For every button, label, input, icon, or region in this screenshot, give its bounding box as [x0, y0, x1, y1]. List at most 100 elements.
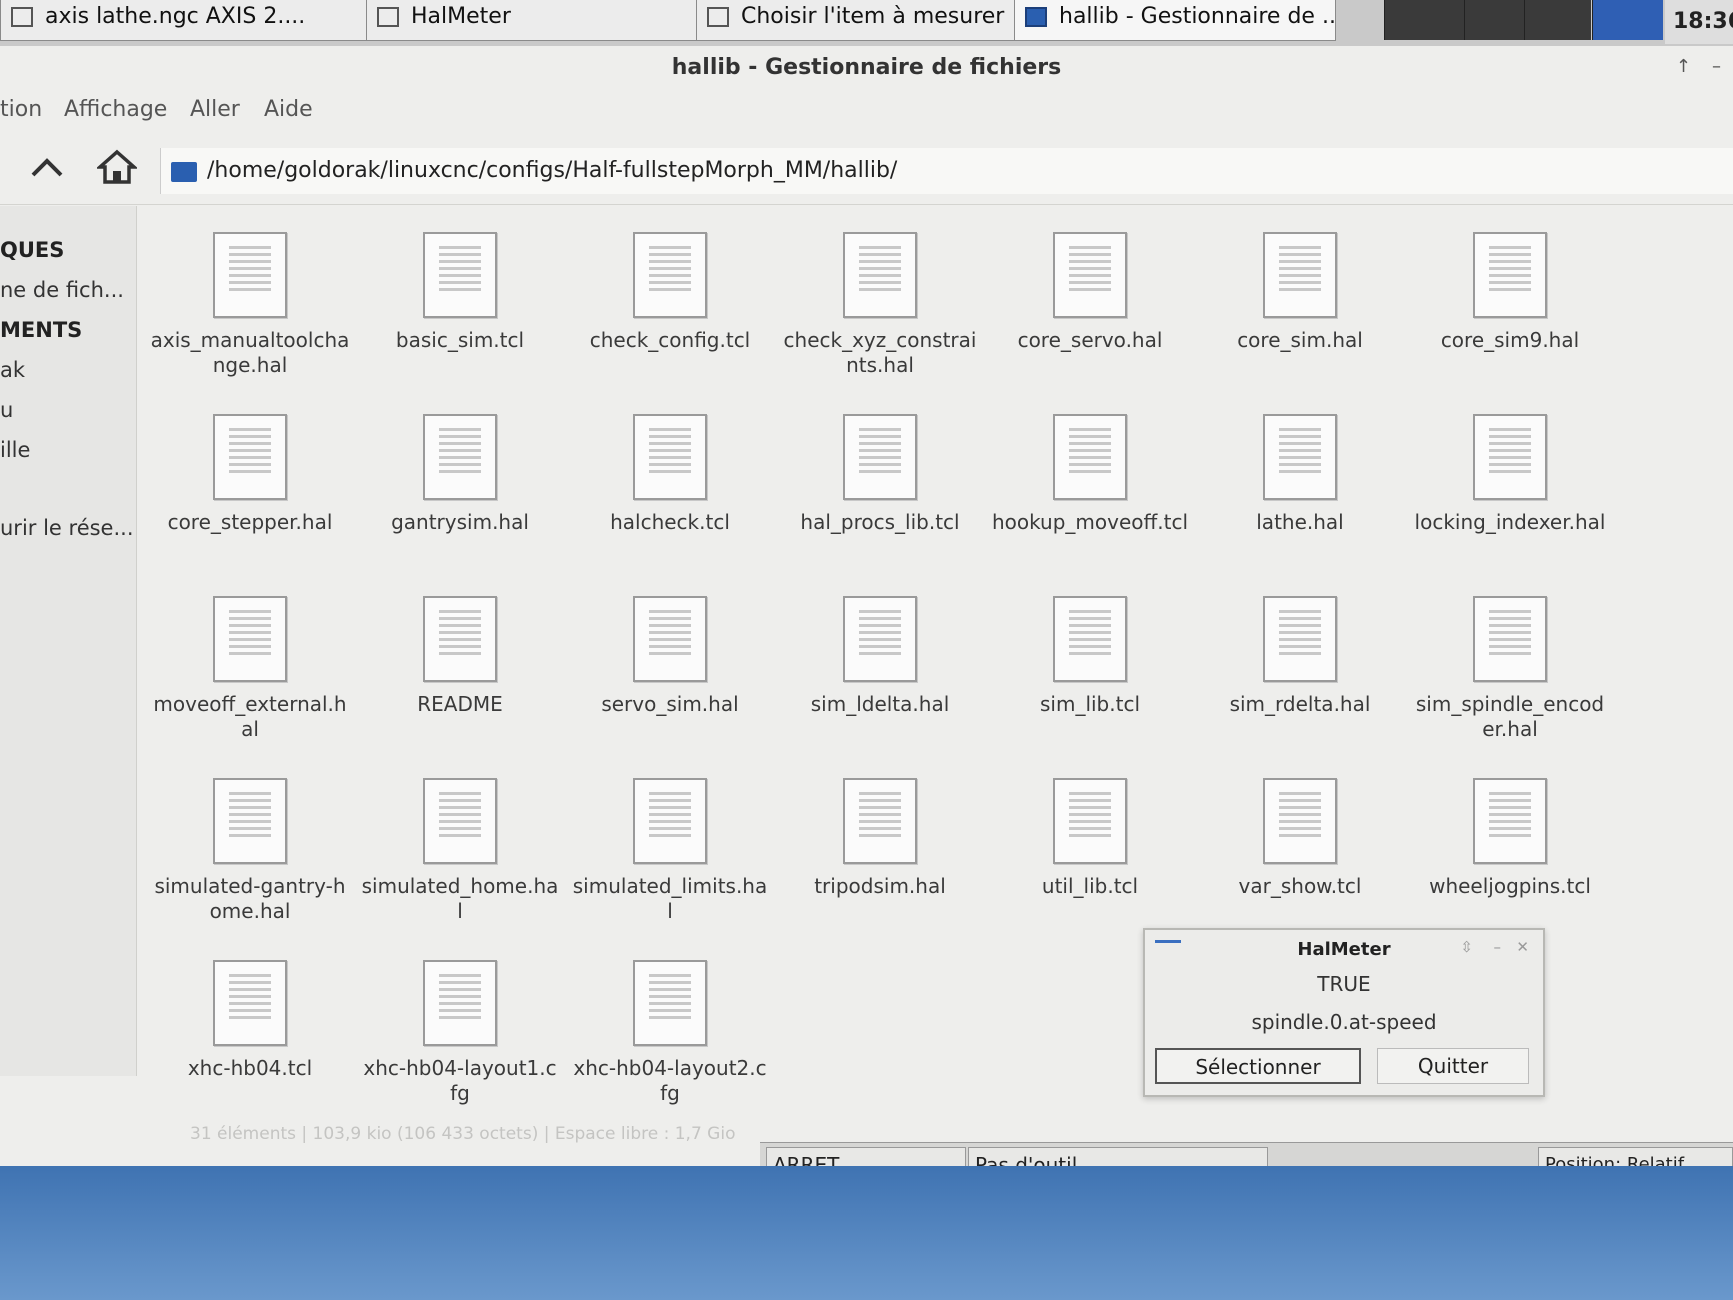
minimize-icon[interactable]: –: [1494, 938, 1502, 956]
sidebar-item-desktop[interactable]: u: [0, 398, 13, 422]
text-file-icon: [1263, 778, 1337, 864]
task-file-manager[interactable]: hallib - Gestionnaire de ...: [1014, 0, 1336, 41]
file-name: var_show.tcl: [1238, 874, 1362, 898]
file-item[interactable]: locking_indexer.hal: [1410, 414, 1610, 535]
file-name: check_xyz_constraints.hal: [783, 328, 977, 377]
file-item[interactable]: core_stepper.hal: [150, 414, 350, 535]
menu-go[interactable]: Aller: [190, 88, 240, 132]
path-text: /home/goldorak/linuxcnc/configs/Half-ful…: [207, 158, 898, 183]
file-name: gantrysim.hal: [391, 510, 529, 534]
file-name: sim_rdelta.hal: [1229, 692, 1371, 716]
menu-view[interactable]: Affichage: [64, 88, 167, 132]
file-name: core_sim.hal: [1237, 328, 1363, 352]
text-file-icon: [1053, 232, 1127, 318]
file-item[interactable]: hookup_moveoff.tcl: [990, 414, 1190, 535]
text-file-icon: [843, 414, 917, 500]
file-item[interactable]: core_servo.hal: [990, 232, 1190, 353]
file-name: basic_sim.tcl: [395, 328, 525, 352]
text-file-icon: [633, 596, 707, 682]
file-name: xhc-hb04-layout1.cfg: [363, 1056, 557, 1105]
sidebar-item-filesystem[interactable]: ne de fich...: [0, 278, 124, 302]
text-file-icon: [633, 232, 707, 318]
file-item[interactable]: xhc-hb04-layout2.cfg: [570, 960, 770, 1106]
location-bar[interactable]: /home/goldorak/linuxcnc/configs/Half-ful…: [160, 148, 1733, 194]
clock: 18:36: [1665, 0, 1733, 44]
taskbar: axis lathe.ngc AXIS 2.... HalMeter Chois…: [0, 0, 1733, 47]
file-item[interactable]: axis_manualtoolchange.hal: [150, 232, 350, 378]
text-file-icon: [843, 596, 917, 682]
file-item[interactable]: servo_sim.hal: [570, 596, 770, 717]
file-name: axis_manualtoolchange.hal: [150, 328, 350, 377]
file-item[interactable]: lathe.hal: [1200, 414, 1400, 535]
file-item[interactable]: core_sim.hal: [1200, 232, 1400, 353]
file-name: wheeljogpins.tcl: [1429, 874, 1591, 898]
file-item[interactable]: sim_ldelta.hal: [780, 596, 980, 717]
file-item[interactable]: check_xyz_constraints.hal: [780, 232, 980, 378]
sidebar-item-home[interactable]: ak: [0, 358, 25, 382]
workspace-1[interactable]: [1384, 0, 1465, 40]
file-item[interactable]: halcheck.tcl: [570, 414, 770, 535]
task-label: axis lathe.ngc AXIS 2....: [45, 4, 306, 29]
file-item[interactable]: simulated_home.hal: [360, 778, 560, 924]
quit-button[interactable]: Quitter: [1377, 1048, 1529, 1084]
workspace-4[interactable]: [1592, 0, 1663, 40]
text-file-icon: [213, 778, 287, 864]
file-item[interactable]: sim_spindle_encoder.hal: [1410, 596, 1610, 742]
window-icon: [377, 7, 399, 27]
text-file-icon: [843, 232, 917, 318]
workspace-2[interactable]: [1464, 0, 1525, 40]
text-file-icon: [1473, 232, 1547, 318]
file-item[interactable]: tripodsim.hal: [780, 778, 980, 899]
file-name: servo_sim.hal: [601, 692, 739, 716]
maximize-icon[interactable]: ⇳: [1460, 938, 1473, 956]
select-button[interactable]: Sélectionner: [1155, 1048, 1361, 1084]
window-icon: [11, 7, 33, 27]
file-item[interactable]: sim_lib.tcl: [990, 596, 1190, 717]
home-button[interactable]: [94, 144, 140, 190]
file-item[interactable]: README: [360, 596, 560, 717]
sidebar-item-network[interactable]: urir le rése...: [0, 516, 134, 540]
text-file-icon: [423, 414, 497, 500]
file-item[interactable]: hal_procs_lib.tcl: [780, 414, 980, 535]
file-name: core_servo.hal: [1017, 328, 1163, 352]
file-item[interactable]: gantrysim.hal: [360, 414, 560, 535]
text-file-icon: [213, 232, 287, 318]
text-file-icon: [633, 960, 707, 1046]
task-halmeter[interactable]: HalMeter: [366, 0, 704, 41]
file-item[interactable]: xhc-hb04-layout1.cfg: [360, 960, 560, 1106]
folder-icon: [171, 162, 197, 182]
file-item[interactable]: sim_rdelta.hal: [1200, 596, 1400, 717]
maximize-icon[interactable]: ↑: [1676, 56, 1691, 77]
parent-folder-button[interactable]: [24, 144, 70, 190]
task-choose-item[interactable]: Choisir l'item à mesurer: [696, 0, 1022, 41]
file-name: locking_indexer.hal: [1414, 510, 1606, 534]
file-name: sim_ldelta.hal: [810, 692, 950, 716]
workspace-3[interactable]: [1524, 0, 1591, 40]
file-item[interactable]: simulated-gantry-home.hal: [150, 778, 350, 924]
file-item[interactable]: moveoff_external.hal: [150, 596, 350, 742]
menu-help[interactable]: Aide: [264, 88, 313, 132]
menu-action[interactable]: tion: [0, 88, 42, 132]
file-item[interactable]: basic_sim.tcl: [360, 232, 560, 353]
file-name: simulated_home.hal: [361, 874, 559, 923]
menubar: tion Affichage Aller Aide: [0, 88, 1733, 132]
file-item[interactable]: check_config.tcl: [570, 232, 770, 353]
file-item[interactable]: wheeljogpins.tcl: [1410, 778, 1610, 899]
file-item[interactable]: xhc-hb04.tcl: [150, 960, 350, 1081]
halmeter-title: HalMeter: [1297, 939, 1391, 960]
close-icon[interactable]: ✕: [1516, 938, 1529, 956]
file-name: core_sim9.hal: [1440, 328, 1580, 352]
file-item[interactable]: core_sim9.hal: [1410, 232, 1610, 353]
toolbar: /home/goldorak/linuxcnc/configs/Half-ful…: [0, 134, 1733, 205]
text-file-icon: [843, 778, 917, 864]
file-item[interactable]: var_show.tcl: [1200, 778, 1400, 899]
window-title: hallib - Gestionnaire de fichiers: [671, 55, 1062, 80]
file-item[interactable]: simulated_limits.hal: [570, 778, 770, 924]
text-file-icon: [1473, 414, 1547, 500]
file-name: simulated-gantry-home.hal: [154, 874, 346, 923]
file-name: core_stepper.hal: [167, 510, 333, 534]
minimize-icon[interactable]: –: [1712, 56, 1721, 77]
task-axis[interactable]: axis lathe.ngc AXIS 2....: [0, 0, 372, 41]
sidebar-item-trash[interactable]: ille: [0, 438, 30, 462]
file-item[interactable]: util_lib.tcl: [990, 778, 1190, 899]
